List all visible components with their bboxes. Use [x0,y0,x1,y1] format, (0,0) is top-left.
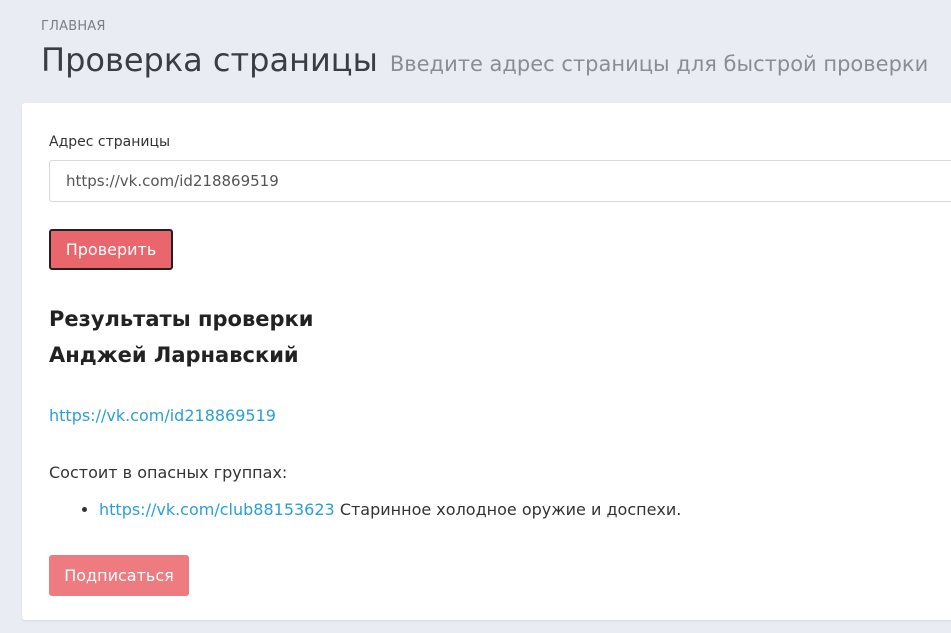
results-title: Результаты проверки [49,307,314,331]
url-input[interactable] [49,160,951,202]
danger-groups-label: Состоит в опасных группах: [49,463,288,482]
title-row: Проверка страницы Введите адрес страницы… [41,40,951,84]
profile-link[interactable]: https://vk.com/id218869519 [49,406,276,425]
page-subtitle: Введите адрес страницы для быстрой прове… [389,52,929,76]
check-button[interactable]: Проверить [49,229,173,270]
page-title: Проверка страницы [41,41,378,79]
subscribe-button[interactable]: Подписаться [49,555,189,596]
results-user-name: Анджей Ларнавский [49,343,299,367]
group-description: Старинное холодное оружие и доспехи. [339,500,682,519]
group-link[interactable]: https://vk.com/club88153623 [99,500,335,519]
url-field-label: Адрес страницы [49,134,171,150]
check-card: Адрес страницы Проверить Результаты пров… [22,103,951,620]
danger-group-list: https://vk.com/club88153623 Старинное хо… [49,499,681,521]
page-header: ГЛАВНАЯ Проверка страницы Введите адрес … [41,18,951,84]
breadcrumb[interactable]: ГЛАВНАЯ [41,18,951,36]
list-item: https://vk.com/club88153623 Старинное хо… [99,499,681,521]
